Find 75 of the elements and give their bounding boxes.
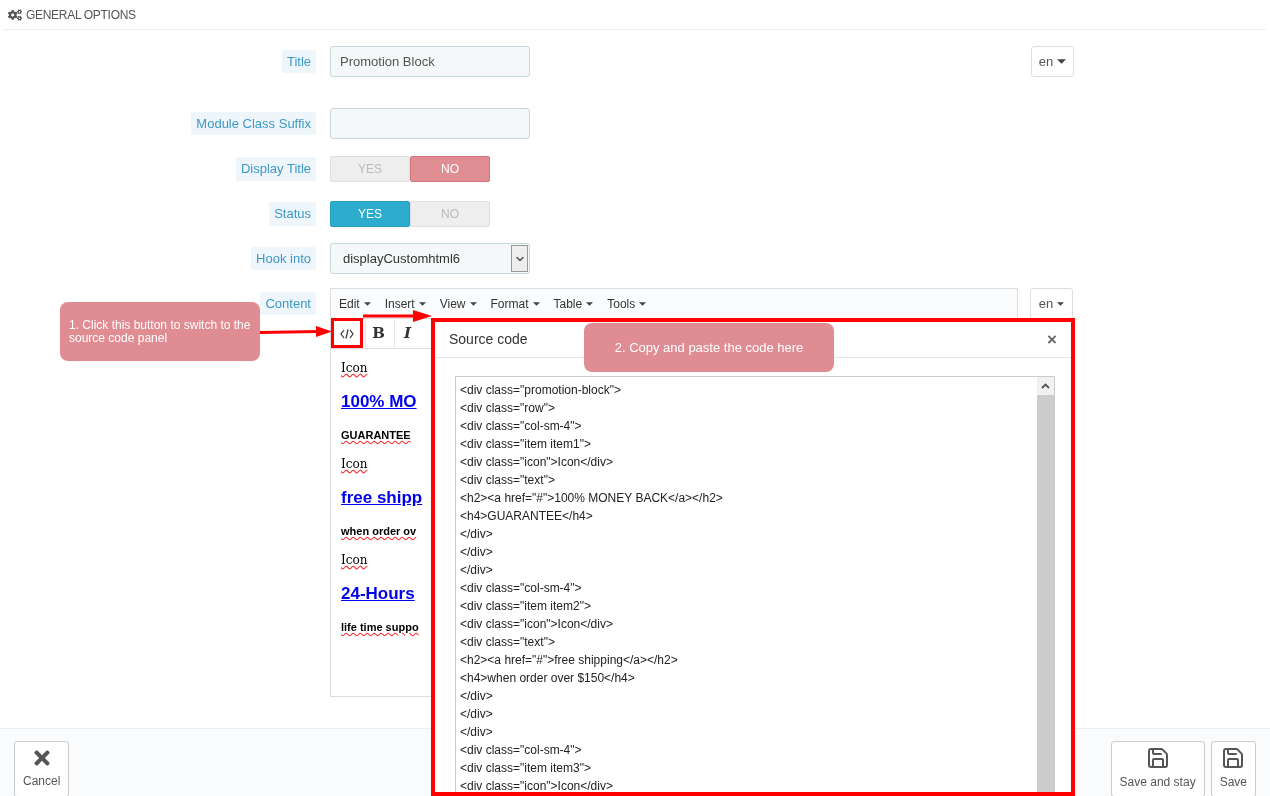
caret-icon — [586, 301, 594, 306]
code-line: <h4>GUARANTEE</h4> — [460, 508, 593, 525]
editor-text: Icon — [341, 552, 368, 569]
code-line: <h2><a href="#">free shipping</a></h2> — [460, 652, 678, 669]
code-line: <div class="col-sm-4"> — [460, 580, 582, 597]
editor-link[interactable]: free shipp — [341, 485, 423, 511]
code-line: <div class="promotion-block"> — [460, 382, 621, 399]
callout: 1. Click this button to switch to the source code panel — [60, 302, 260, 361]
section-title: GENERAL OPTIONS — [26, 6, 136, 24]
code-line: </div> — [460, 724, 493, 741]
editor-text: Icon — [341, 360, 368, 377]
code-line: </div> — [460, 526, 493, 543]
cancel-button[interactable]: Cancel — [14, 740, 70, 796]
close-button[interactable]: × — [1047, 326, 1057, 353]
code-line: </div> — [460, 562, 493, 579]
code-line: <h2><a href="#">100% MONEY BACK</a></h2> — [460, 490, 723, 507]
caret-icon — [639, 301, 647, 306]
code-line: <div class="text"> — [460, 634, 555, 651]
code-line: </div> — [460, 706, 493, 723]
select-dropdown[interactable]: displayCustomhtml6 — [330, 243, 530, 274]
menu-button[interactable]: Tools — [607, 294, 647, 313]
editor-link[interactable]: 24-Hours — [341, 581, 415, 607]
field-label: Hook into — [251, 246, 316, 271]
caret-icon — [418, 301, 426, 306]
arrow — [363, 310, 432, 322]
save-button[interactable]: Save — [1210, 740, 1256, 796]
code-line: <div class="icon">Icon</div> — [460, 454, 613, 471]
code-line: <div class="row"> — [460, 400, 555, 417]
menu-button[interactable]: View — [439, 294, 477, 313]
field-label: Module Class Suffix — [191, 111, 316, 136]
gears-icon — [8, 7, 22, 22]
editor-text: GUARANTEE — [341, 427, 411, 443]
caret-icon — [469, 301, 477, 306]
text-input[interactable]: Promotion Block — [330, 46, 530, 77]
caret-icon — [1057, 301, 1065, 306]
caret-icon — [363, 301, 371, 306]
callout: 2. Copy and paste the code here — [584, 323, 834, 372]
code-line: <div class="col-sm-4"> — [460, 742, 582, 759]
language-button[interactable]: en — [1031, 46, 1074, 77]
code-line: </div> — [460, 688, 493, 705]
chevron-down-icon — [511, 245, 528, 272]
scrollbar[interactable] — [1037, 377, 1054, 792]
code-line: <div class="item item1"> — [460, 436, 591, 453]
source-code-field[interactable] — [455, 376, 1055, 792]
code-line: <div class="icon">Icon</div> — [460, 616, 613, 633]
caret-icon — [532, 301, 540, 306]
code-line: <div class="item item2"> — [460, 598, 591, 615]
dialog-title: Source code — [449, 330, 528, 349]
menu-button[interactable]: Format — [490, 294, 540, 313]
code-line: <div class="text"> — [460, 472, 555, 489]
code-line: </div> — [460, 544, 493, 561]
arrow — [260, 325, 332, 339]
field-label: Title — [281, 49, 316, 74]
editor-text: when order ov — [341, 523, 417, 539]
menu-button[interactable]: Edit — [339, 294, 371, 313]
editor-text: Icon — [341, 456, 368, 473]
code-line: <div class="icon">Icon</div> — [460, 778, 613, 792]
code-icon — [340, 328, 354, 339]
code-line: <h4>when order over $150</h4> — [460, 670, 635, 687]
field-label: Status — [269, 202, 316, 226]
code-line: <div class="item item3"> — [460, 760, 591, 777]
chevron-up-icon — [1041, 383, 1050, 389]
field-label: Content — [260, 291, 316, 316]
language-button[interactable]: en — [1030, 288, 1073, 319]
menu-button[interactable]: Insert — [384, 294, 426, 313]
code-line: <div class="col-sm-4"> — [460, 418, 582, 435]
caret-icon — [1057, 59, 1067, 64]
text-input[interactable] — [330, 108, 530, 139]
save-button[interactable]: Save and stay — [1110, 740, 1205, 796]
bold-button[interactable]: B — [365, 319, 391, 348]
menu-button[interactable]: Table — [553, 294, 594, 313]
highlight-frame — [331, 318, 363, 348]
field-label: Display Title — [235, 157, 316, 181]
editor-link[interactable]: 100% MO — [341, 389, 417, 415]
editor-text: life time suppo — [341, 619, 419, 635]
